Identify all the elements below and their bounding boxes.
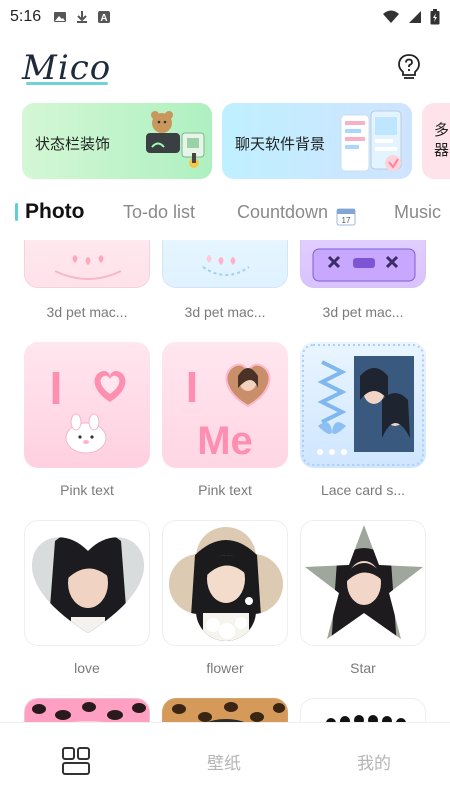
app-header: Mico	[0, 44, 450, 96]
tab-todo-list[interactable]: To-do list	[123, 202, 195, 223]
svg-text:I: I	[186, 363, 198, 412]
tab-music[interactable]: Music	[394, 202, 441, 223]
bottom-navigation: 壁纸 我的	[0, 722, 450, 800]
widget-card[interactable]	[162, 520, 288, 646]
widget-card[interactable]: I Me	[162, 342, 288, 468]
tab-countdown[interactable]: Countdown	[237, 202, 328, 223]
image-icon	[54, 12, 67, 22]
svg-text:A: A	[101, 13, 108, 24]
widget-label: Pink text	[198, 482, 252, 498]
status-left-icons: A	[53, 10, 111, 24]
signal-icon	[409, 11, 421, 23]
widget-label: 3d pet mac...	[46, 304, 128, 320]
tab-photo[interactable]: Photo	[25, 200, 84, 224]
leopard-pink-preview	[25, 699, 149, 722]
widget-label: Pink text	[60, 482, 114, 498]
widget-label: 3d pet mac...	[184, 304, 266, 320]
widget-card[interactable]	[300, 698, 426, 722]
widget-grid: 3d pet mac... 3d pet mac... 3d pet mac..…	[0, 240, 450, 722]
widget-card[interactable]	[300, 520, 426, 646]
banner-label: 状态栏装饰	[35, 136, 111, 153]
calendar-icon: 17	[336, 208, 356, 226]
svg-text:17: 17	[342, 216, 351, 225]
widget-card[interactable]	[24, 698, 150, 722]
banner-more[interactable]: 多器	[422, 103, 450, 179]
nav-mine[interactable]: 我的	[357, 749, 391, 774]
nav-wallpaper[interactable]: 壁纸	[207, 749, 241, 774]
banner-label: 多器	[434, 122, 450, 159]
bear-gadget-illustration	[146, 111, 205, 168]
status-bar: 5:16 A	[0, 0, 450, 34]
widget-label: Star	[350, 660, 376, 676]
chat-screens-illustration	[340, 110, 402, 172]
pet-machine-pink-preview	[54, 255, 122, 280]
banner-chat-app-background[interactable]: 聊天软件背景	[222, 103, 412, 179]
status-time: 5:16	[10, 8, 42, 25]
wifi-icon	[383, 10, 399, 23]
widget-card[interactable]: I	[24, 342, 150, 468]
widget-label: love	[74, 660, 100, 676]
star-frame-portrait-preview	[305, 525, 423, 639]
category-tabs: Photo To-do list Countdown 17 Music	[0, 194, 450, 234]
lace-card-preview	[302, 344, 424, 466]
widget-card[interactable]	[24, 520, 150, 646]
widget-label: Lace card s...	[320, 482, 406, 498]
battery-icon	[430, 9, 440, 25]
widget-card[interactable]	[162, 698, 288, 722]
widget-card[interactable]	[300, 240, 426, 288]
widgets-icon[interactable]	[60, 745, 92, 777]
widget-label: 3d pet mac...	[322, 304, 404, 320]
flower-frame-portrait-preview	[169, 527, 283, 641]
logo-underline	[26, 82, 108, 85]
banner-status-bar-decoration[interactable]: 状态栏装饰	[22, 103, 212, 179]
download-icon	[77, 11, 88, 23]
widget-card[interactable]	[162, 240, 288, 288]
heart-frame-portrait-preview	[31, 537, 145, 633]
a-icon: A	[98, 11, 111, 24]
svg-text:I: I	[50, 362, 63, 414]
svg-text:Me: Me	[197, 419, 253, 463]
widget-card[interactable]	[300, 342, 426, 468]
pink-text-i-love-preview: I	[50, 362, 126, 454]
feature-banners: 状态栏装饰 聊天软件背景 多器	[22, 103, 450, 181]
status-right-icons	[382, 9, 440, 25]
widget-label: flower	[206, 660, 244, 676]
active-tab-indicator	[15, 203, 18, 221]
black-bead-frame-preview	[326, 715, 406, 722]
lightbulb-question-icon[interactable]	[394, 52, 424, 82]
pet-machine-purple-preview	[312, 248, 416, 282]
banner-label: 聊天软件背景	[235, 136, 326, 153]
pet-machine-blue-preview	[202, 255, 250, 276]
pink-text-i-me-preview: I Me	[186, 363, 271, 463]
leopard-brown-preview	[163, 699, 287, 722]
widget-card[interactable]	[24, 240, 150, 288]
